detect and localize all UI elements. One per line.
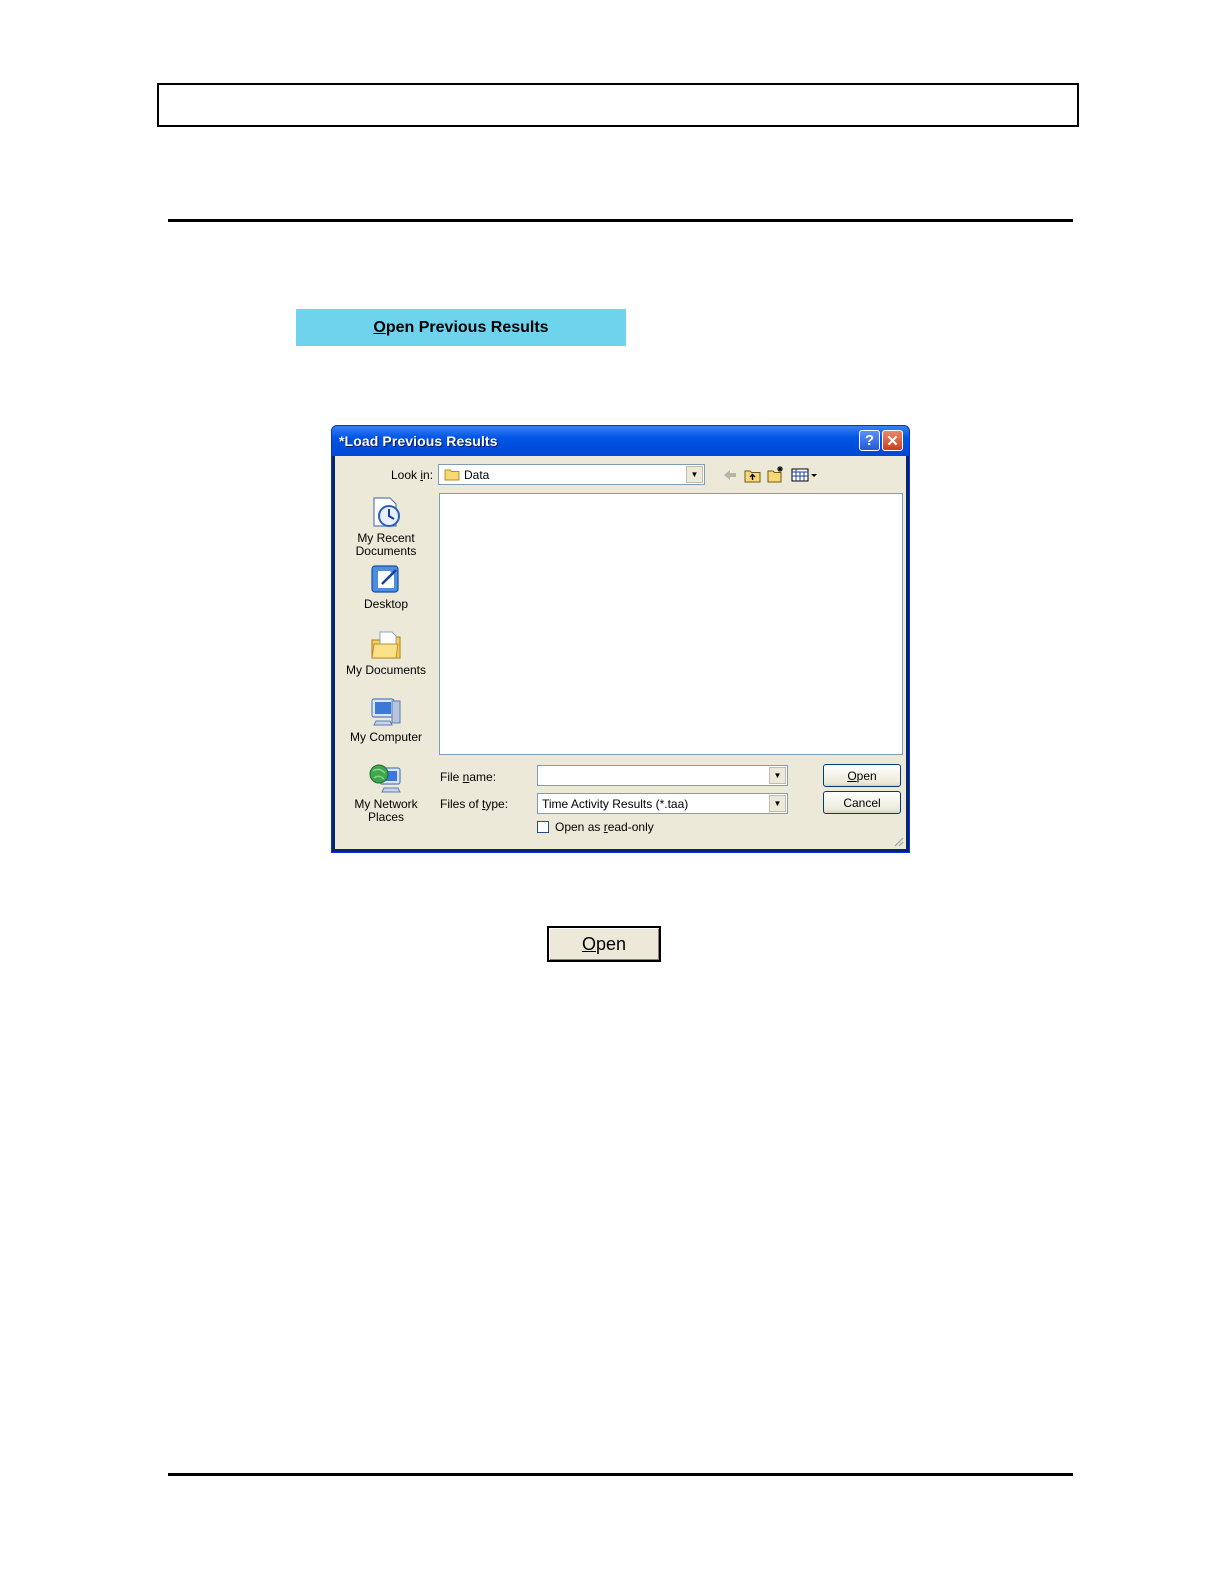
chevron-down-icon[interactable]: ▼ <box>686 466 703 483</box>
look-in-value: Data <box>464 468 490 482</box>
mnemonic-letter: O <box>581 933 596 954</box>
file-list[interactable] <box>439 493 903 755</box>
button-label: pen <box>595 933 627 954</box>
view-menu-icon[interactable] <box>791 467 819 483</box>
read-only-checkbox[interactable] <box>537 821 549 833</box>
mnemonic-letter: O <box>373 318 386 336</box>
button-label: pen Previous Results <box>385 318 549 336</box>
look-in-combo[interactable]: Data ▼ <box>438 464 705 485</box>
files-of-type-label: Files of type: <box>440 797 509 811</box>
load-previous-results-dialog: *Load Previous Results ? ✕ Look in: Data… <box>331 425 910 853</box>
dialog-title: *Load Previous Results <box>339 433 498 449</box>
resize-grip-icon[interactable] <box>892 835 904 847</box>
recent-documents-icon <box>373 497 400 527</box>
help-button[interactable]: ? <box>859 430 880 451</box>
place-my-documents[interactable]: My Documents <box>345 628 427 677</box>
close-button[interactable]: ✕ <box>882 430 903 451</box>
place-desktop[interactable]: Desktop <box>345 562 427 611</box>
files-of-type-value: Time Activity Results (*.taa) <box>542 797 689 811</box>
my-computer-icon <box>371 698 401 726</box>
read-only-label: Open as read-only <box>555 820 654 834</box>
title-bar[interactable]: *Load Previous Results ? ✕ <box>332 426 909 456</box>
back-arrow-icon[interactable] <box>722 468 738 482</box>
help-icon: ? <box>864 432 875 449</box>
chevron-down-icon[interactable]: ▼ <box>769 767 786 784</box>
open-button-illustration[interactable]: Open <box>547 926 661 962</box>
file-name-label: File name: <box>440 770 497 784</box>
folder-icon <box>444 469 460 481</box>
network-places-icon <box>369 764 401 793</box>
place-my-network[interactable]: My Network Places <box>345 762 427 824</box>
open-previous-results-button[interactable]: Open Previous Results <box>296 309 626 346</box>
place-my-computer[interactable]: My Computer <box>345 695 427 744</box>
my-documents-icon <box>371 631 401 659</box>
files-of-type-select[interactable]: Time Activity Results (*.taa) ▼ <box>537 793 788 814</box>
file-name-input[interactable]: ▼ <box>537 765 788 786</box>
up-one-level-icon[interactable] <box>744 467 762 483</box>
dialog-client-area: Look in: Data ▼ My Recent Documents Desk… <box>335 456 906 849</box>
desktop-icon <box>371 565 399 593</box>
open-button[interactable]: Open <box>823 764 901 787</box>
close-icon: ✕ <box>886 432 899 450</box>
cancel-button[interactable]: Cancel <box>823 791 901 814</box>
chevron-down-icon[interactable]: ▼ <box>769 795 786 812</box>
place-recent-documents[interactable]: My Recent Documents <box>345 496 427 558</box>
header-box <box>157 83 1079 127</box>
new-folder-icon[interactable] <box>767 465 785 483</box>
bottom-rule <box>168 1473 1073 1476</box>
top-rule <box>168 219 1073 222</box>
look-in-label: Look in: <box>391 468 434 482</box>
